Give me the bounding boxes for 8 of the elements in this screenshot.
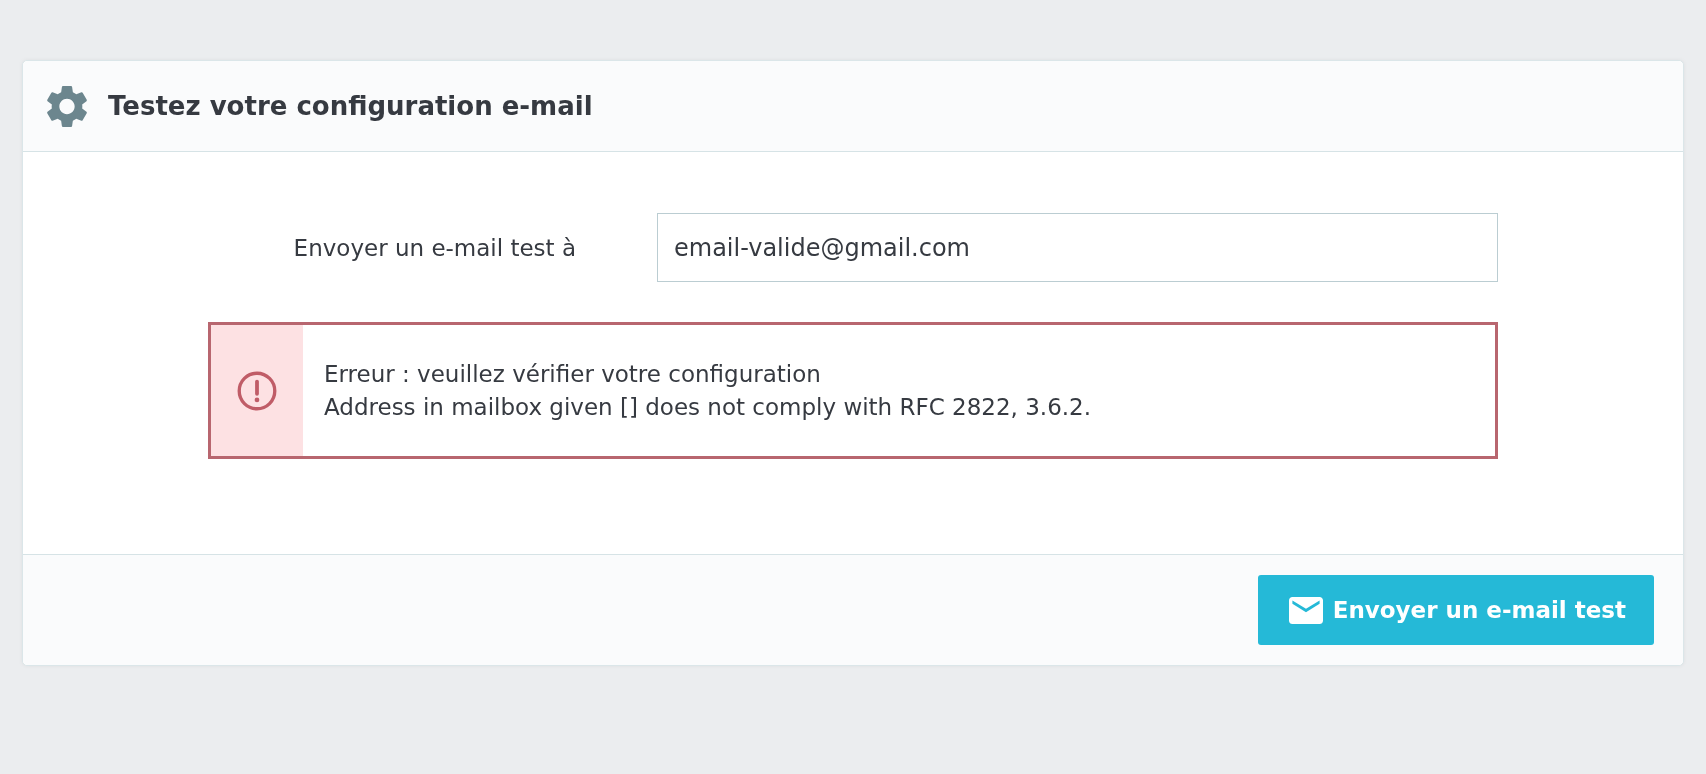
field-label: Envoyer un e-mail test à [293,234,576,261]
envelope-icon [1288,596,1323,624]
gear-icon [47,84,87,128]
alert-message: Address in mailbox given [] does not comply with RFC 2822, 3.6.2. [324,392,1092,422]
email-input-field[interactable]: email-valide@gmail.com [657,213,1498,282]
panel-title: Testez votre configuration e-mail [108,91,593,121]
alert-title: Erreur : veuillez vérifier votre configuration [324,359,822,389]
exclamation-circle-icon [237,370,277,411]
